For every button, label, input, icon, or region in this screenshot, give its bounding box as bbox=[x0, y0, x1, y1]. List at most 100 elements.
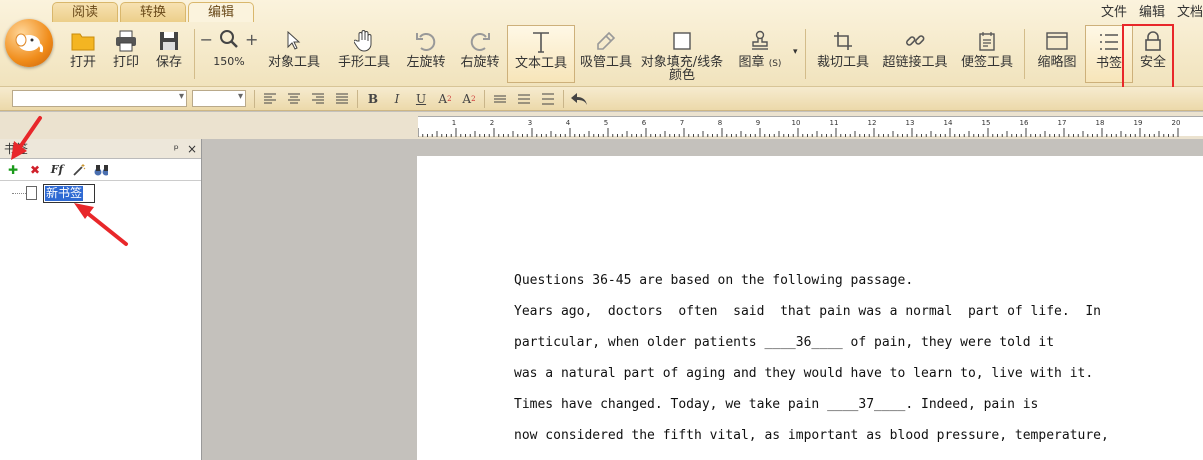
undo-arrow-icon bbox=[571, 92, 587, 105]
tab-convert[interactable]: 转换 bbox=[120, 2, 186, 22]
thumbnail-icon bbox=[1045, 29, 1069, 53]
tree-connector bbox=[12, 193, 26, 194]
tab-read[interactable]: 阅读 bbox=[52, 2, 118, 22]
hand-icon bbox=[352, 29, 376, 53]
rotate-right-button[interactable]: 右旋转 bbox=[453, 25, 507, 83]
ruler-label: 7 bbox=[680, 119, 684, 127]
add-bookmark-button[interactable]: ✚ bbox=[6, 163, 20, 177]
bold-button[interactable]: B bbox=[361, 90, 385, 108]
object-tool-button[interactable]: 对象工具 bbox=[259, 25, 329, 83]
fill-line-color-button[interactable]: 对象填充/线条 颜色 bbox=[637, 25, 727, 83]
menu-file[interactable]: 文件 bbox=[1101, 1, 1127, 20]
justify-button[interactable] bbox=[330, 90, 354, 108]
ruler-label: 19 bbox=[1134, 119, 1143, 127]
subscript-button[interactable]: A2 bbox=[457, 90, 481, 108]
thumbnail-button[interactable]: 缩略图 bbox=[1029, 25, 1085, 83]
undo-button[interactable] bbox=[567, 90, 591, 108]
text-t-icon bbox=[529, 30, 553, 54]
line-spacing-2-button[interactable] bbox=[512, 90, 536, 108]
ruler-label: 8 bbox=[718, 119, 722, 127]
crop-tool-button[interactable]: 裁切工具 bbox=[810, 25, 876, 83]
horizontal-ruler: 1 2 3 4 5 6 7 8 9 10 11 12 13 14 15 16 17 18 19 20 bbox=[417, 116, 1203, 137]
crop-icon bbox=[831, 29, 855, 53]
ribbon: 阅读 转换 编辑 文件 编辑 文档 打开 打印 保存 − + 150% 对象工具… bbox=[0, 0, 1203, 87]
align-right-button[interactable] bbox=[306, 90, 330, 108]
toolbar-separator bbox=[194, 29, 195, 79]
hyperlink-tool-button[interactable]: 超链接工具 bbox=[876, 25, 954, 83]
zoom-out-button[interactable]: − bbox=[200, 30, 213, 49]
ruler-label: 9 bbox=[756, 119, 760, 127]
superscript-button[interactable]: A2 bbox=[433, 90, 457, 108]
align-center-icon bbox=[288, 93, 300, 103]
align-center-button[interactable] bbox=[282, 90, 306, 108]
folder-icon bbox=[71, 29, 95, 53]
eyedropper-button[interactable]: 吸管工具 bbox=[575, 25, 637, 83]
ruler-label: 1 bbox=[452, 119, 456, 127]
rotate-left-icon bbox=[414, 29, 438, 53]
ruler-label: 20 bbox=[1172, 119, 1181, 127]
bookmark-name-selected-text: 新书签 bbox=[45, 186, 84, 201]
rotate-left-button[interactable]: 左旋转 bbox=[399, 25, 453, 83]
ruler-label: 2 bbox=[490, 119, 494, 127]
print-button[interactable]: 打印 bbox=[104, 25, 148, 83]
color-square-icon bbox=[670, 29, 694, 53]
rotate-right-icon bbox=[468, 29, 492, 53]
tab-edit[interactable]: 编辑 bbox=[188, 2, 254, 22]
zoom-in-button[interactable]: + bbox=[245, 30, 258, 49]
format-separator bbox=[357, 89, 358, 108]
underline-button[interactable]: U bbox=[409, 90, 433, 108]
align-left-button[interactable] bbox=[258, 90, 282, 108]
ruler-label: 14 bbox=[944, 119, 953, 127]
menu-document[interactable]: 文档 bbox=[1177, 1, 1203, 20]
toolbar-separator bbox=[1024, 29, 1025, 79]
document-canvas[interactable]: Questions 36-45 are based on the followi… bbox=[203, 139, 1203, 460]
document-page[interactable]: Questions 36-45 are based on the followi… bbox=[417, 156, 1203, 460]
page-icon bbox=[26, 186, 37, 200]
magic-wand-button[interactable] bbox=[72, 163, 86, 177]
format-toolbar: B I U A2 A2 bbox=[0, 87, 1203, 111]
delete-bookmark-button[interactable]: ✖ bbox=[28, 163, 42, 177]
link-icon bbox=[903, 29, 927, 53]
bookmark-panel-header: 书签 ᵖ × bbox=[0, 139, 201, 159]
ruler-row: 1 2 3 4 5 6 7 8 9 10 11 12 13 14 15 16 17 18 19 20 bbox=[0, 112, 1203, 139]
note-tool-button[interactable]: 便签工具 bbox=[954, 25, 1020, 83]
ruler-ticks: 1 2 3 4 5 6 7 8 9 10 11 12 13 14 15 16 17 18 19 20 bbox=[417, 119, 1181, 137]
justify-icon bbox=[336, 93, 348, 103]
document-line: was a natural part of aging and they wou… bbox=[514, 366, 1094, 381]
stamp-icon bbox=[748, 29, 772, 53]
text-tool-button[interactable]: 文本工具 bbox=[507, 25, 575, 83]
stamp-dropdown-arrow[interactable]: ▾ bbox=[793, 25, 801, 57]
hand-tool-button[interactable]: 手形工具 bbox=[329, 25, 399, 83]
bookmark-properties-button[interactable]: Ff bbox=[50, 163, 64, 177]
font-size-select[interactable] bbox=[192, 90, 246, 107]
find-bookmark-button[interactable] bbox=[94, 163, 108, 177]
printer-icon bbox=[114, 29, 138, 53]
format-separator bbox=[484, 89, 485, 108]
main-toolbar: 打开 打印 保存 − + 150% 对象工具 手形工具 左旋转 右旋转 文本工具… bbox=[62, 25, 1173, 83]
ribbon-tabs: 阅读 转换 编辑 bbox=[52, 2, 256, 22]
line-spacing-1-button[interactable] bbox=[488, 90, 512, 108]
ruler-label: 15 bbox=[982, 119, 991, 127]
magnifier-icon bbox=[220, 30, 238, 48]
ruler-label: 3 bbox=[528, 119, 532, 127]
zoom-level[interactable]: 150% bbox=[213, 55, 244, 68]
font-family-select[interactable] bbox=[12, 90, 187, 107]
document-line: Times have changed. Today, we take pain … bbox=[514, 397, 1039, 412]
stamp-button[interactable]: 图章 (S) bbox=[727, 25, 793, 83]
document-line: particular, when older patients ____36__… bbox=[514, 335, 1055, 350]
ruler-label: 13 bbox=[906, 119, 915, 127]
top-menu: 文件 编辑 文档 bbox=[1101, 1, 1203, 20]
line-spacing-3-button[interactable] bbox=[536, 90, 560, 108]
ruler-label: 5 bbox=[604, 119, 608, 127]
bookmark-name-input[interactable]: 新书签 bbox=[43, 184, 95, 203]
ruler-label: 4 bbox=[566, 119, 571, 127]
pin-icon[interactable]: ᵖ bbox=[174, 142, 179, 156]
ruler-label: 10 bbox=[792, 119, 801, 127]
app-logo-button[interactable] bbox=[5, 19, 53, 67]
menu-edit[interactable]: 编辑 bbox=[1139, 1, 1165, 20]
open-button[interactable]: 打开 bbox=[62, 25, 104, 83]
italic-button[interactable]: I bbox=[385, 90, 409, 108]
close-icon[interactable]: × bbox=[187, 142, 197, 156]
document-line: Years ago, doctors often said that pain … bbox=[514, 304, 1101, 319]
save-button[interactable]: 保存 bbox=[148, 25, 190, 83]
